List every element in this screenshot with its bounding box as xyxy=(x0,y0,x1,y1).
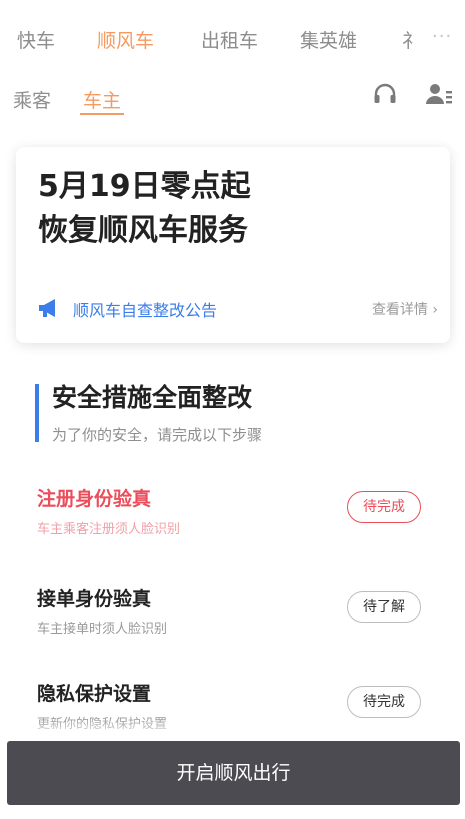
tab-taxi[interactable]: 出租车 xyxy=(201,26,258,53)
step-register-verification[interactable]: 注册身份验真 车主乘客注册须人脸识别 待完成 xyxy=(0,484,465,554)
notice-link[interactable]: 顺风车自查整改公告 xyxy=(73,297,217,321)
notice-row[interactable]: 顺风车自查整改公告 查看详情 › xyxy=(38,295,438,323)
announcement-card[interactable]: 5月19日零点起 恢复顺风车服务 顺风车自查整改公告 查看详情 › xyxy=(16,147,450,343)
start-hitch-ride-button[interactable]: 开启顺风出行 xyxy=(7,741,460,805)
view-details-link[interactable]: 查看详情 › xyxy=(372,299,438,319)
status-button[interactable]: 待完成 xyxy=(347,686,421,718)
step-description: 车主接单时须人脸识别 xyxy=(37,622,168,637)
scroll-fade xyxy=(0,718,465,740)
active-tab-indicator xyxy=(80,113,124,115)
section-title: 安全措施全面整改 xyxy=(52,383,253,412)
role-tab-bar: 乘客 车主 xyxy=(0,80,465,120)
tab-express[interactable]: 快车 xyxy=(17,26,55,53)
tab-hitch[interactable]: 顺风车 xyxy=(97,26,154,53)
step-title: 隐私保护设置 xyxy=(37,683,152,705)
announcement-title: 5月19日零点起 恢复顺风车服务 xyxy=(38,165,251,253)
status-button[interactable]: 待完成 xyxy=(347,491,421,523)
step-order-verification[interactable]: 接单身份验真 车主接单时须人脸识别 待了解 xyxy=(0,584,465,654)
step-title: 注册身份验真 xyxy=(37,488,152,510)
tab-driver[interactable]: 车主 xyxy=(83,86,121,113)
driver-profile-icon[interactable] xyxy=(425,82,453,112)
tab-more-partial[interactable]: 礻 xyxy=(402,26,421,53)
announcement-title-line2: 恢复顺风车服务 xyxy=(38,213,248,248)
headset-icon[interactable] xyxy=(372,82,398,112)
step-description: 车主乘客注册须人脸识别 xyxy=(37,522,181,537)
top-tab-bar: 快车 顺风车 出租车 集英雄 礻 ··· xyxy=(0,0,465,78)
section-subtitle: 为了你的安全，请完成以下步骤 xyxy=(52,426,263,444)
section-accent-bar xyxy=(35,384,39,442)
step-title: 接单身份验真 xyxy=(37,588,152,610)
tab-passenger[interactable]: 乘客 xyxy=(13,86,51,113)
tab-jiyingxiong[interactable]: 集英雄 xyxy=(300,26,357,53)
more-dots-icon[interactable]: ··· xyxy=(432,26,452,47)
announcement-title-line1: 5月19日零点起 xyxy=(38,169,251,204)
megaphone-icon xyxy=(38,298,62,322)
status-button[interactable]: 待了解 xyxy=(347,591,421,623)
